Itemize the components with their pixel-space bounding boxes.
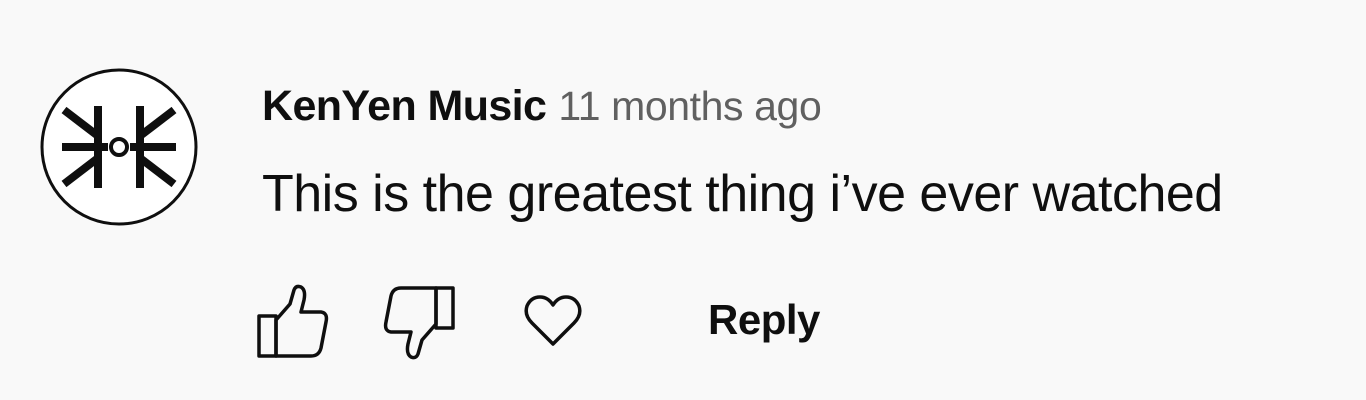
avatar[interactable] [40,68,198,226]
comment-thread: KenYen Music 11 months ago This is the gr… [0,0,1366,400]
dislike-button[interactable] [382,282,458,365]
like-button[interactable] [254,282,330,365]
thumbs-down-icon [383,286,455,360]
comment-timestamp[interactable]: 11 months ago [558,83,821,129]
comment-header: KenYen Music 11 months ago [262,78,822,144]
author-name[interactable]: KenYen Music [262,82,547,130]
comment-text: This is the greatest thing i’ve ever wat… [262,165,1223,223]
comment-actions: Reply [254,282,874,362]
heart-button[interactable] [524,294,582,353]
kenyen-logo-icon [40,68,198,226]
thumbs-up-icon [257,284,329,358]
reply-button[interactable]: Reply [708,292,820,348]
heart-icon [524,295,582,346]
